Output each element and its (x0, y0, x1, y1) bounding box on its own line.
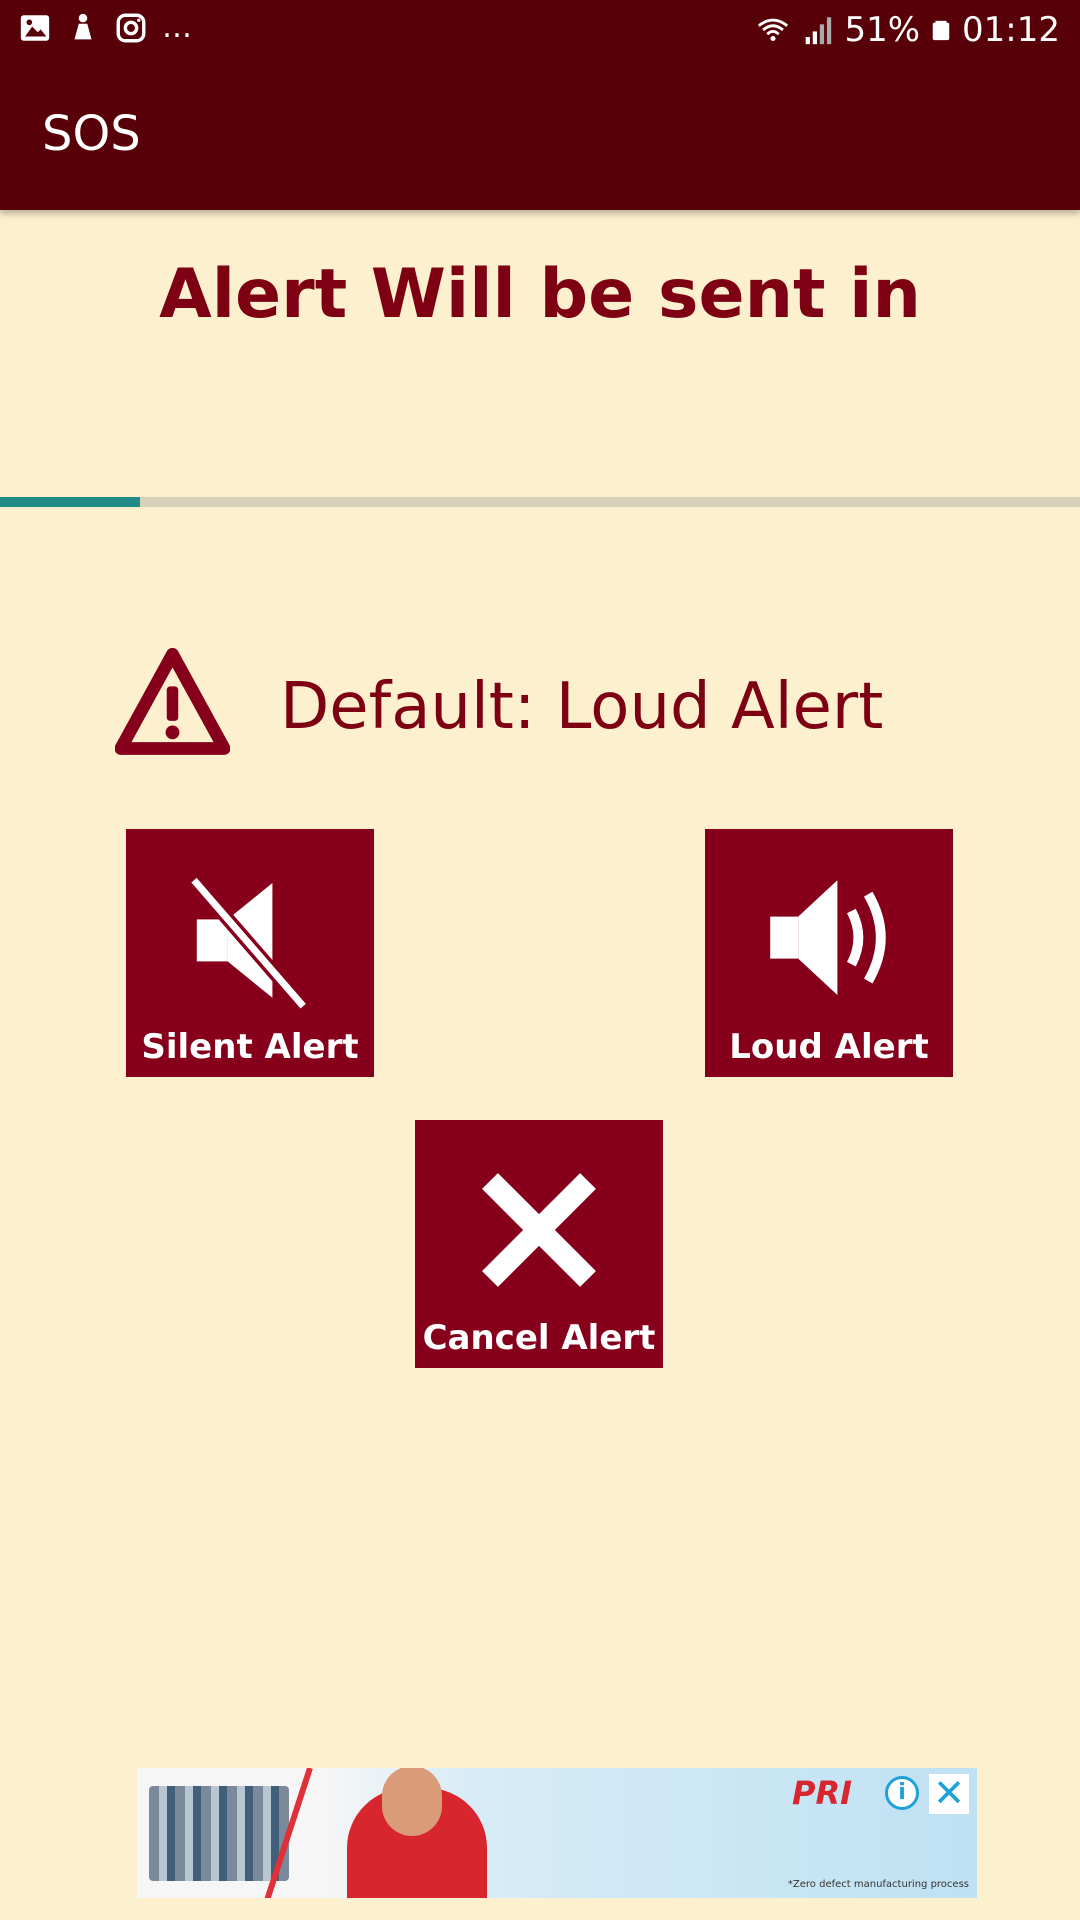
default-mode-row: Default: Loud Alert (115, 640, 1015, 760)
speaker-loud-icon (770, 880, 886, 995)
battery-icon (932, 20, 950, 41)
clock: 01:12 (962, 10, 1060, 50)
ad-brand: PRI (792, 1774, 852, 1812)
instagram-icon (116, 13, 146, 42)
ad-banner[interactable]: PRI i ✕ *Zero defect manufacturing proce… (137, 1768, 977, 1898)
app-title: SOS (42, 106, 141, 162)
silent-alert-button[interactable]: Silent Alert (126, 829, 374, 1077)
wifi-icon (758, 18, 789, 42)
loud-alert-button[interactable]: Loud Alert (705, 829, 953, 1077)
ad-person-head (382, 1768, 442, 1836)
status-left: … (18, 10, 192, 45)
close-icon (482, 1173, 596, 1287)
ad-close-icon[interactable]: ✕ (929, 1774, 969, 1814)
countdown-progress-fill (0, 497, 141, 507)
gallery-icon (20, 14, 50, 41)
loud-alert-label: Loud Alert (729, 1027, 929, 1067)
status-bar: … 51% 01:12 (0, 0, 1080, 64)
countdown-heading: Alert Will be sent in (159, 255, 921, 334)
ad-info-icon[interactable]: i (885, 1776, 919, 1810)
status-right: 51% 01:12 (756, 10, 1060, 50)
notification-icon (74, 13, 92, 39)
cancel-alert-label: Cancel Alert (422, 1318, 656, 1358)
app-bar: SOS (0, 64, 1080, 210)
ad-product-image (149, 1786, 289, 1881)
ad-fine-print: *Zero defect manufacturing process (787, 1879, 969, 1890)
silent-alert-label: Silent Alert (141, 1027, 359, 1067)
warning-icon (115, 647, 230, 755)
default-mode-label: Default: Loud Alert (280, 670, 884, 744)
battery-percent: 51% (844, 10, 921, 50)
signal-icon (806, 17, 832, 45)
cancel-alert-button[interactable]: Cancel Alert (415, 1120, 663, 1368)
speaker-mute-icon (188, 875, 309, 1009)
countdown-progress (0, 497, 1080, 507)
more-icon: … (162, 10, 192, 45)
